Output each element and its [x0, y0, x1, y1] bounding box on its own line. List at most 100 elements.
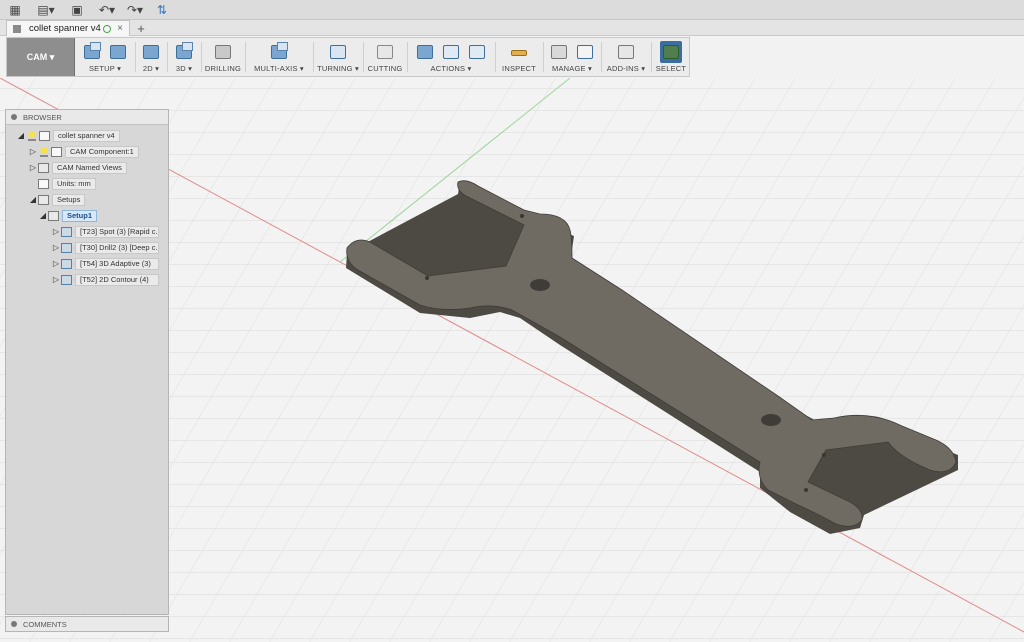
workspace-switcher[interactable]: CAM ▾ [7, 38, 75, 76]
tree-root-label: collet spanner v4 [53, 129, 120, 142]
operation-item[interactable]: ▷ [T52] 2D Contour (4) [51, 273, 159, 286]
setup1-label: Setup1 [62, 209, 98, 222]
post-process-icon[interactable] [440, 41, 462, 63]
setup-group-label: SETUP ▾ [88, 64, 122, 73]
template-icon[interactable] [574, 41, 596, 63]
collapse-arrow-icon[interactable]: ◢ [28, 195, 38, 204]
expand-arrow-icon[interactable]: ▷ [51, 275, 61, 284]
document-tab-bar: collet spanner v4 × + [0, 20, 1024, 36]
collapse-arrow-icon[interactable]: ◢ [16, 131, 26, 140]
cutting-group-label: CUTTING [367, 64, 403, 73]
browser-title: BROWSER [23, 112, 62, 122]
multi-axis-icon[interactable] [268, 41, 290, 63]
toolbar-ribbon: CAM ▾ SETUP ▾ 2D ▾ 3D ▾ DRILLING MULTI-A… [6, 37, 690, 77]
component-label: CAM Component:1 [65, 145, 139, 158]
cutting-icon[interactable] [374, 41, 396, 63]
drilling-group-label: DRILLING [204, 64, 242, 73]
tree-component[interactable]: ▷ CAM Component:1 [28, 145, 139, 158]
visibility-bulb-icon[interactable] [40, 146, 48, 157]
document-tab[interactable]: collet spanner v4 × [6, 20, 130, 36]
adaptive-op-icon [61, 258, 72, 269]
turning-group-label: TURNING ▾ [317, 64, 359, 73]
expand-arrow-icon[interactable]: ▷ [28, 163, 38, 172]
spot-drill-icon [61, 226, 72, 237]
operation-item[interactable]: ▷ [T54] 3D Adaptive (3) [51, 257, 159, 270]
drill-op-icon [61, 242, 72, 253]
quick-access-toolbar: ▦ ▤▾ ▣ ↶▾ ↷▾ ⇅ [0, 0, 1024, 20]
save-icon[interactable]: ▣ [70, 2, 84, 18]
select-group-label: SELECT [655, 64, 687, 73]
tree-root[interactable]: ◢ collet spanner v4 [16, 129, 120, 142]
units-label: Units: mm [52, 177, 96, 190]
redo-icon[interactable]: ↷▾ [124, 2, 146, 18]
turning-group[interactable]: TURNING ▾ [315, 38, 361, 76]
3d-toolpath-icon[interactable] [173, 41, 195, 63]
manage-group-label: MANAGE ▾ [552, 64, 592, 73]
simulate-icon[interactable] [414, 41, 436, 63]
setup-icon[interactable] [81, 41, 103, 63]
operation-item[interactable]: ▷ [T30] Drill2 (3) [Deep c... [51, 241, 159, 254]
folder-icon [38, 162, 49, 173]
3d-group[interactable]: 3D ▾ [169, 38, 199, 76]
multi-axis-group[interactable]: MULTI-AXIS ▾ [247, 38, 311, 76]
contour-op-icon [61, 274, 72, 285]
3d-group-label: 3D ▾ [175, 64, 193, 73]
collapse-arrow-icon[interactable]: ◢ [38, 211, 48, 220]
select-arrow-icon[interactable] [660, 41, 682, 63]
expand-arrow-icon[interactable]: ▷ [51, 227, 61, 236]
tree-setups[interactable]: ◢ Setups [28, 193, 86, 206]
panel-toggle-icon[interactable] [11, 621, 17, 627]
tree-units[interactable]: Units: mm [38, 177, 96, 190]
add-ins-group[interactable]: ADD-INS ▾ [603, 38, 649, 76]
setups-label: Setups [52, 193, 86, 206]
expand-arrow-icon[interactable]: ▷ [51, 243, 61, 252]
setup-group[interactable]: SETUP ▾ [77, 38, 133, 76]
named-views-label: CAM Named Views [52, 161, 127, 174]
select-group[interactable]: SELECT [653, 38, 689, 76]
file-icon[interactable]: ▤▾ [36, 2, 56, 18]
measure-icon[interactable] [508, 41, 530, 63]
operation-label: [T54] 3D Adaptive (3) [75, 257, 159, 270]
close-icon[interactable]: × [117, 23, 123, 34]
browser-header[interactable]: BROWSER [6, 110, 168, 125]
tool-library-icon[interactable] [548, 41, 570, 63]
2d-toolpath-icon[interactable] [140, 41, 162, 63]
document-tab-title: collet spanner v4 [29, 23, 101, 34]
tree-setup1[interactable]: ◢ Setup1 [38, 209, 98, 222]
tree-named-views[interactable]: ▷ CAM Named Views [28, 161, 127, 174]
panel-toggle-icon[interactable] [11, 114, 17, 120]
add-ins-group-label: ADD-INS ▾ [606, 64, 646, 73]
setup-folder-icon [48, 210, 59, 221]
manage-group[interactable]: MANAGE ▾ [545, 38, 599, 76]
add-ins-icon[interactable] [615, 41, 637, 63]
operation-label: [T30] Drill2 (3) [Deep c... [75, 241, 159, 254]
undo-icon[interactable]: ↶▾ [96, 2, 118, 18]
app-grid-icon[interactable]: ▦ [8, 2, 22, 18]
comments-panel[interactable]: COMMENTS [5, 616, 169, 632]
setup-sheet-icon[interactable] [107, 41, 129, 63]
cutting-group[interactable]: CUTTING [365, 38, 405, 76]
drilling-group[interactable]: DRILLING [203, 38, 243, 76]
expand-arrow-icon[interactable]: ▷ [51, 259, 61, 268]
actions-group-label: ACTIONS ▾ [430, 64, 472, 73]
2d-group[interactable]: 2D ▾ [137, 38, 165, 76]
document-node-icon [39, 130, 50, 141]
drill-icon[interactable] [212, 41, 234, 63]
browser-panel: BROWSER ◢ collet spanner v4 ▷ CAM Compon… [5, 109, 169, 615]
2d-group-label: 2D ▾ [142, 64, 160, 73]
component-icon [51, 146, 62, 157]
turning-icon[interactable] [327, 41, 349, 63]
visibility-bulb-icon[interactable] [28, 130, 36, 141]
new-tab-button[interactable]: + [134, 20, 148, 36]
inspect-group[interactable]: INSPECT [497, 38, 541, 76]
hole-2 [761, 414, 781, 426]
setup-sheet-icon[interactable] [466, 41, 488, 63]
job-status-icon[interactable]: ⇅ [155, 2, 169, 18]
units-doc-icon [38, 178, 49, 189]
operation-item[interactable]: ▷ [T23] Spot (3) [Rapid c... [51, 225, 159, 238]
folder-open-icon [38, 194, 49, 205]
actions-group[interactable]: ACTIONS ▾ [409, 38, 493, 76]
status-icon [103, 24, 112, 33]
operation-label: [T23] Spot (3) [Rapid c... [75, 225, 159, 238]
expand-arrow-icon[interactable]: ▷ [28, 147, 38, 156]
